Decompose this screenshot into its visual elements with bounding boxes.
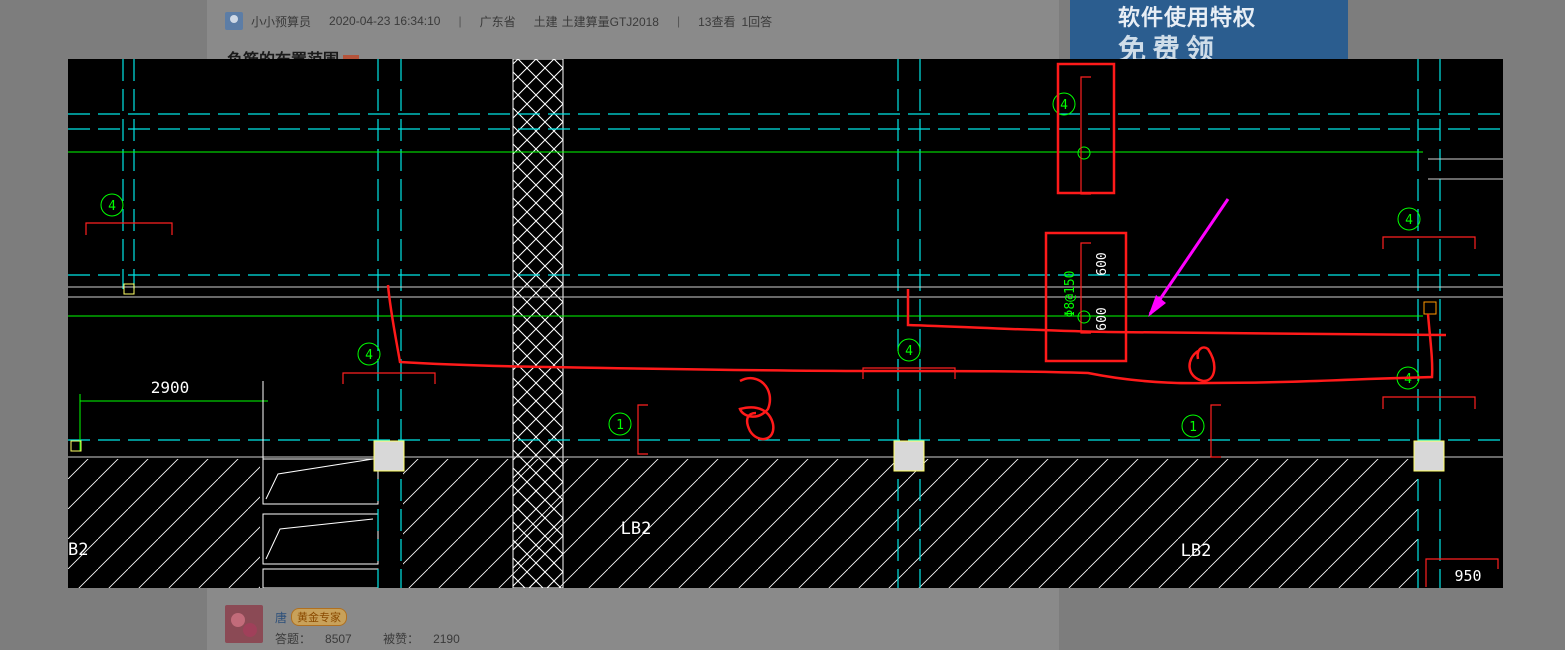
post-datetime: 2020-04-23 16:34:10 (329, 14, 441, 28)
rebar-length-bottom: 600 (1095, 307, 1110, 330)
post-province: 广东省 (479, 14, 516, 29)
section-mark: 4 (905, 344, 913, 359)
section-labels: 4 4 4 4 4 4 1 1 (108, 98, 1413, 435)
section-mark: 4 (108, 199, 116, 214)
author-name[interactable]: 小小预算员 (251, 13, 311, 30)
likes-label: 被赞： (383, 632, 420, 646)
slab-label: LB2 (621, 519, 652, 539)
section-mark: 1 (1189, 420, 1197, 435)
answers-count: 8507 (325, 632, 352, 646)
post-category: 土建 (533, 14, 558, 29)
separator: | (676, 14, 681, 28)
view-count: 13查看 (698, 14, 736, 29)
author-avatar-icon[interactable] (225, 12, 243, 30)
answerer-name[interactable]: 唐 (275, 609, 287, 626)
shaft-crosshatch (512, 59, 564, 588)
cad-drawing: 4 4 4 4 4 4 1 1 2900 LB2 LB2 B2 950 Φ8@1… (68, 59, 1503, 588)
cad-image-viewer[interactable]: 4 4 4 4 4 4 1 1 2900 LB2 LB2 B2 950 Φ8@1… (68, 59, 1503, 588)
markup-range-line-2 (906, 289, 1447, 337)
dimension-950: 950 (1454, 567, 1481, 585)
slab-label-edge: B2 (68, 540, 88, 560)
expert-badge: 黄金专家 (291, 608, 347, 626)
slab-label: LB2 (1181, 541, 1212, 561)
separator: | (458, 14, 462, 28)
markup-number-1 (1188, 346, 1216, 383)
beam-lines (68, 158, 1503, 458)
rebar-length-top: 600 (1095, 252, 1110, 275)
section-mark: 1 (616, 418, 624, 433)
ad-banner[interactable]: 软件使用特权 免费领 (1070, 0, 1348, 59)
answers-stat: 答题： 8507 (275, 632, 366, 646)
post-meta: 小小预算员 2020-04-23 16:34:10 | 广东省 土建 土建算量G… (225, 10, 790, 32)
answer-count: 1回答 (741, 14, 773, 29)
ad-line2: 免费领 (1118, 34, 1221, 59)
section-mark: 4 (365, 348, 373, 363)
section-circles (100, 92, 1421, 438)
small-markers (70, 283, 1437, 452)
post-software: 土建算量GTJ2018 (561, 14, 659, 29)
likes-count: 2190 (433, 632, 460, 646)
section-mark: 4 (1060, 98, 1068, 113)
green-lines (68, 151, 1423, 451)
magenta-arrow-head (1148, 295, 1166, 317)
section-mark: 4 (1405, 213, 1413, 228)
answers-label: 答题： (275, 632, 312, 646)
section-mark: 4 (1404, 372, 1412, 387)
markup-number-2 (738, 376, 775, 441)
likes-stat: 被赞： 2190 (383, 632, 474, 646)
answerer-avatar-icon[interactable] (225, 605, 263, 643)
answerer-stats: 答题： 8507 被赞： 2190 (275, 630, 488, 647)
dimension-2900: 2900 (151, 378, 190, 397)
axis-lines-h (68, 113, 1503, 441)
rebar-spec: Φ8@150 (1063, 271, 1078, 318)
